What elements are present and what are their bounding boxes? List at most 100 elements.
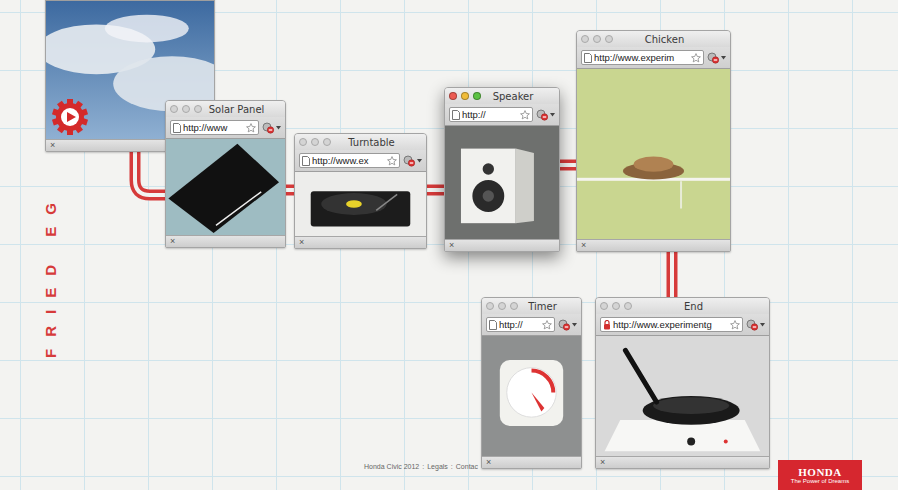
window-controls [449, 92, 485, 100]
window-controls [600, 302, 636, 310]
footer-close-button[interactable]: × [299, 238, 304, 247]
close-button[interactable] [299, 138, 307, 146]
close-button[interactable] [600, 302, 608, 310]
address-text: http:// [462, 109, 518, 120]
extension-icon [558, 319, 571, 331]
address-field[interactable]: http:// [449, 107, 533, 122]
footer-close-button[interactable]: × [50, 141, 55, 150]
photo [166, 139, 285, 235]
brand-tagline: The Power of Dreams [791, 478, 849, 484]
browser-window[interactable]: Speaker http:// × [444, 87, 560, 252]
title-bar[interactable]: Turntable [295, 134, 426, 150]
toolbar: http://www.experimentg [596, 314, 769, 336]
brand-logo[interactable]: HONDAThe Power of Dreams [778, 460, 862, 490]
browser-window[interactable]: Solar Panel http://www × [165, 100, 286, 248]
timer-photo [482, 336, 581, 456]
solar-panel-photo [166, 139, 285, 235]
address-field[interactable]: http://www.experimentg [600, 317, 743, 332]
footer-link[interactable]: Honda Civic 2012 [364, 463, 419, 470]
footer: Honda Civic 2012:Legals:Contac [364, 463, 478, 470]
toolbar: http:// [445, 104, 559, 126]
zoom-button[interactable] [473, 92, 481, 100]
close-button[interactable] [486, 302, 494, 310]
dropdown-arrow-icon [572, 323, 577, 327]
footer-close-button[interactable]: × [600, 458, 605, 467]
close-button[interactable] [581, 35, 589, 43]
extension-button[interactable] [558, 319, 577, 331]
bookmark-star-icon[interactable] [387, 156, 397, 166]
canvas: FRIED EG×Solar Panelhttp://www×Turntable… [0, 0, 898, 490]
page-icon [489, 320, 497, 330]
close-button[interactable] [170, 105, 178, 113]
title-bar[interactable]: Timer [482, 298, 581, 314]
page-icon [584, 53, 592, 63]
window-title: Turntable [335, 137, 408, 148]
title-bar[interactable]: Solar Panel [166, 101, 285, 117]
footer-close-button[interactable]: × [486, 458, 491, 467]
minimize-button[interactable] [182, 105, 190, 113]
extension-icon [403, 155, 416, 167]
dropdown-arrow-icon [550, 113, 555, 117]
window-title: End [636, 301, 751, 312]
address-text: http://www.experim [594, 52, 689, 63]
extension-button[interactable] [403, 155, 422, 167]
zoom-button[interactable] [624, 302, 632, 310]
address-field[interactable]: http://www.experim [581, 50, 704, 65]
bookmark-star-icon[interactable] [691, 53, 701, 63]
page-icon [302, 156, 310, 166]
extension-button[interactable] [536, 109, 555, 121]
footer-close-button[interactable]: × [170, 237, 175, 246]
title-bar[interactable]: Speaker [445, 88, 559, 104]
bookmark-star-icon[interactable] [542, 320, 552, 330]
minimize-button[interactable] [498, 302, 506, 310]
close-button[interactable] [449, 92, 457, 100]
address-text: http://www [183, 122, 244, 133]
title-bar[interactable]: End [596, 298, 769, 314]
extension-icon [262, 122, 275, 134]
zoom-button[interactable] [323, 138, 331, 146]
bookmark-star-icon[interactable] [730, 320, 740, 330]
pipe [672, 246, 673, 302]
extension-icon [536, 109, 549, 121]
zoom-button[interactable] [605, 35, 613, 43]
window-footer: × [596, 456, 769, 468]
side-title: FRIED EG [42, 191, 59, 358]
footer-link[interactable]: Contac [456, 463, 478, 470]
footer-close-button[interactable]: × [581, 241, 586, 250]
minimize-button[interactable] [593, 35, 601, 43]
bookmark-star-icon[interactable] [520, 110, 530, 120]
extension-button[interactable] [746, 319, 765, 331]
window-title: Solar Panel [206, 104, 267, 115]
extension-button[interactable] [262, 122, 281, 134]
browser-window[interactable]: Chicken http://www.experim × [576, 30, 731, 252]
title-bar[interactable]: Chicken [577, 31, 730, 47]
browser-window[interactable]: Turntable http://www.ex × [294, 133, 427, 249]
footer-separator: : [422, 463, 424, 470]
dropdown-arrow-icon [760, 323, 765, 327]
address-text: http://www.ex [312, 155, 385, 166]
bookmark-star-icon[interactable] [246, 123, 256, 133]
footer-link[interactable]: Legals [427, 463, 448, 470]
zoom-button[interactable] [510, 302, 518, 310]
minimize-button[interactable] [461, 92, 469, 100]
turntable-photo [295, 172, 426, 236]
zoom-button[interactable] [194, 105, 202, 113]
window-footer: × [166, 235, 285, 247]
toolbar: http:// [482, 314, 581, 336]
lock-icon [603, 320, 611, 330]
footer-close-button[interactable]: × [449, 241, 454, 250]
browser-window[interactable]: End http://www.experimentg × [595, 297, 770, 469]
address-field[interactable]: http://www [170, 120, 259, 135]
dropdown-arrow-icon [417, 159, 422, 163]
photo [295, 172, 426, 236]
extension-button[interactable] [707, 52, 726, 64]
dropdown-arrow-icon [276, 126, 281, 130]
address-text: http://www.experimentg [613, 319, 728, 330]
minimize-button[interactable] [612, 302, 620, 310]
browser-window[interactable]: Timer http:// × [481, 297, 582, 469]
address-field[interactable]: http://www.ex [299, 153, 400, 168]
minimize-button[interactable] [311, 138, 319, 146]
speaker-photo [445, 126, 559, 239]
window-footer: × [445, 239, 559, 251]
address-field[interactable]: http:// [486, 317, 555, 332]
